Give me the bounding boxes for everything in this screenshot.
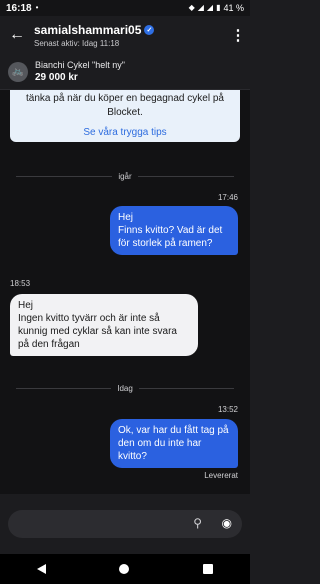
- bicycle-icon: 🚲: [8, 61, 28, 82]
- check-icon: ✓: [144, 24, 155, 35]
- camera-icon[interactable]: ◉: [222, 516, 232, 530]
- message-time: 17:46: [217, 193, 238, 202]
- delivery-status: Levererat: [204, 471, 238, 480]
- nav-back-icon[interactable]: [36, 564, 46, 574]
- notification-dot-icon: •: [35, 3, 39, 12]
- wifi-icon: ◆: [188, 3, 195, 12]
- header-username-row: samialshammari05 ✓: [34, 23, 226, 37]
- status-bar: 16:18 • ◆ ◢ ◢ ▮ 41 %: [0, 0, 250, 16]
- message-time: 13:52: [217, 405, 238, 414]
- chat-thread[interactable]: tänka på när du köper en begagnad cykel …: [0, 90, 250, 494]
- message-composer: ⚲ ◉: [0, 494, 250, 554]
- message-input[interactable]: ⚲ ◉: [8, 510, 242, 538]
- listing-title: Bianchi Cykel "helt ny": [35, 60, 125, 70]
- listing-price: 29 000 kr: [35, 72, 78, 83]
- signal-icon-2: ◢: [206, 3, 214, 12]
- system-nav-bar: [0, 554, 250, 584]
- more-vertical-icon[interactable]: ⋮: [226, 26, 250, 44]
- outgoing-message[interactable]: Ok, var har du fått tag på den om du int…: [110, 419, 238, 468]
- listing-text: Bianchi Cykel "helt ny" 29 000 kr: [35, 60, 125, 83]
- battery-icon: ▮: [216, 3, 221, 12]
- paperclip-icon[interactable]: ⚲: [193, 516, 202, 530]
- safety-tips-link[interactable]: Se våra trygga tips: [10, 126, 240, 140]
- battery-percent: 41 %: [223, 3, 244, 13]
- divider-line: [137, 175, 234, 177]
- status-time: 16:18: [6, 2, 32, 14]
- nav-home-icon[interactable]: [119, 564, 130, 574]
- arrow-left-icon[interactable]: ←: [0, 26, 34, 44]
- divider-label: Idag: [117, 383, 133, 393]
- date-divider-yesterday: igår: [16, 170, 234, 182]
- date-divider-today: Idag: [16, 382, 235, 394]
- divider-line: [16, 175, 113, 177]
- safety-notice: tänka på när du köper en begagnad cykel …: [10, 90, 240, 142]
- signal-icon: ◢: [197, 3, 204, 12]
- outgoing-message[interactable]: Hej Finns kvitto? Vad är det för storlek…: [110, 206, 238, 255]
- divider-line: [138, 387, 235, 389]
- nav-recents-icon[interactable]: [203, 564, 214, 574]
- username: samialshammari05: [34, 22, 142, 37]
- status-icons: ◆ ◢ ◢ ▮ 41 %: [189, 3, 244, 13]
- divider-label: igår: [118, 171, 132, 181]
- safety-text: tänka på när du köper en begagnad cykel …: [26, 93, 224, 118]
- incoming-message[interactable]: Hej Ingen kvitto tyvärr och är inte så k…: [10, 294, 198, 356]
- last-active: Senast aktiv: Idag 11:18: [34, 38, 120, 48]
- divider-line: [16, 387, 112, 389]
- message-time: 18:53: [10, 279, 31, 288]
- conversation-header: ← samialshammari05 ✓ Senast aktiv: Idag …: [0, 16, 250, 54]
- header-user-info[interactable]: samialshammari05 ✓ Senast aktiv: Idag 11…: [34, 23, 226, 48]
- listing-summary[interactable]: 🚲 Bianchi Cykel "helt ny" 29 000 kr: [0, 54, 250, 90]
